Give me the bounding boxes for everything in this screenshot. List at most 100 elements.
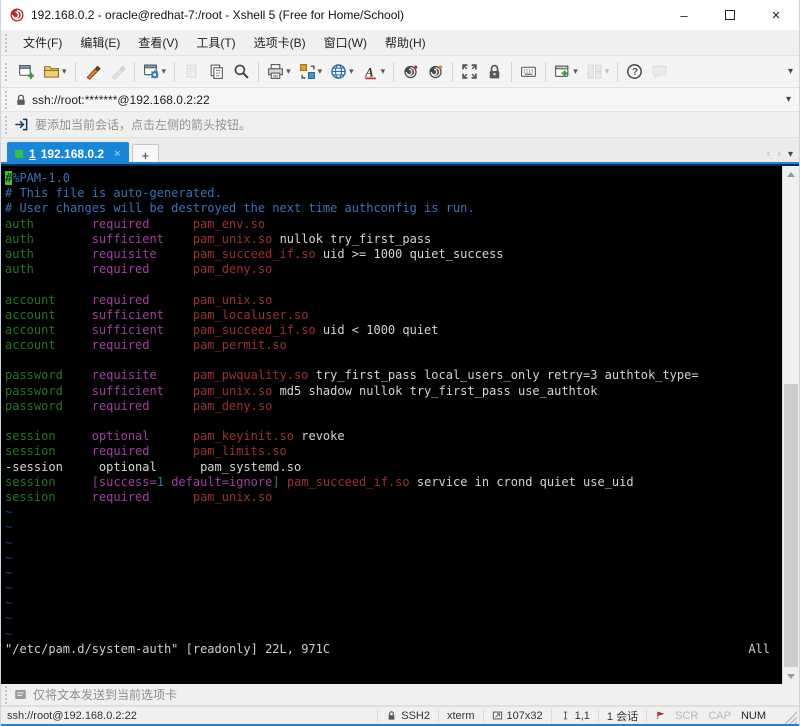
- add-session-arrow-icon[interactable]: [14, 117, 29, 132]
- vim-scroll-position: All: [748, 642, 770, 657]
- transfer-button-dropdown-icon[interactable]: ▾: [318, 66, 323, 77]
- connected-status-icon: [15, 150, 23, 158]
- toolbar-separator: [75, 62, 76, 82]
- statusbar-indicators: SCR CAP NUM: [647, 709, 779, 723]
- terminal-line: session optional pam_keyinit.so revoke: [5, 429, 782, 444]
- swap-icon: [299, 63, 316, 80]
- help-button[interactable]: ?: [623, 60, 646, 83]
- session-properties-button[interactable]: ▾: [140, 60, 170, 83]
- toolbar-separator: [452, 62, 453, 82]
- find-button[interactable]: [230, 60, 253, 83]
- statusbar-size: 107x32: [484, 709, 552, 723]
- info-bar-text: 要添加当前会话，点击左侧的箭头按钮。: [35, 116, 251, 133]
- menu-item[interactable]: 工具(T): [187, 30, 244, 55]
- terminal-line: account required pam_unix.so: [5, 293, 782, 308]
- terminal-line: session [success=1 default=ignore] pam_s…: [5, 475, 782, 490]
- menu-item[interactable]: 帮助(H): [376, 30, 435, 55]
- globe-icon: [330, 63, 347, 80]
- scrollbar-down-icon[interactable]: [783, 668, 799, 684]
- record-indicator-icon: [655, 710, 666, 721]
- terminal-screen[interactable]: #%PAM-1.0# This file is auto-generated.#…: [1, 166, 799, 684]
- terminal-line: [5, 414, 782, 429]
- new-session-button[interactable]: [15, 60, 38, 83]
- menu-item[interactable]: 查看(V): [129, 30, 187, 55]
- menu-item[interactable]: 编辑(E): [71, 30, 129, 55]
- menu-grip: [5, 34, 11, 52]
- web-button-dropdown-icon[interactable]: ▾: [349, 66, 354, 77]
- snail-dark-icon: [402, 63, 419, 80]
- xshell-launch-button[interactable]: [399, 60, 422, 83]
- new-tab-button[interactable]: ▾: [551, 60, 581, 83]
- new-tab-button-dropdown-icon[interactable]: ▾: [573, 66, 578, 77]
- lock-screen-button[interactable]: [483, 60, 506, 83]
- toolbar-overflow-icon[interactable]: ▾: [788, 66, 793, 77]
- tab-close-icon[interactable]: ×: [114, 148, 120, 160]
- terminal-line: password sufficient pam_unix.so md5 shad…: [5, 384, 782, 399]
- scrollbar-thumb[interactable]: [784, 384, 798, 667]
- xftp-launch-button[interactable]: [424, 60, 447, 83]
- fullscreen-button[interactable]: [458, 60, 481, 83]
- sendbar-grip: [5, 686, 11, 704]
- disconnect-button[interactable]: [81, 60, 104, 83]
- lock-icon: [14, 93, 28, 107]
- web-button[interactable]: ▾: [327, 60, 357, 83]
- cursor-position-icon: [560, 710, 571, 721]
- send-text-bar: 仅将文本发送到当前选项卡: [1, 684, 799, 706]
- terminal-line: account required pam_permit.so: [5, 338, 782, 353]
- session-url-input[interactable]: ssh://root:*******@192.168.0.2:22: [32, 93, 786, 107]
- help-circle-icon: ?: [626, 63, 643, 80]
- address-dropdown-icon[interactable]: ▾: [786, 94, 791, 105]
- maximize-button[interactable]: [707, 0, 753, 30]
- feedback-button: [648, 60, 671, 83]
- terminal-line: ~: [5, 627, 782, 642]
- menu-item[interactable]: 窗口(W): [315, 30, 376, 55]
- font-button-dropdown-icon[interactable]: ▾: [381, 66, 386, 77]
- tab-bar: 1 192.168.0.2 × + ‹ › ▾: [1, 138, 799, 166]
- tab-label: 192.168.0.2: [41, 147, 104, 161]
- font-a-icon: A: [362, 63, 379, 80]
- terminal-line: ~: [5, 596, 782, 611]
- keyboard-icon: [520, 63, 537, 80]
- copy-button[interactable]: [205, 60, 228, 83]
- tab-index: 1: [29, 147, 36, 161]
- toolbar-separator: [511, 62, 512, 82]
- tab-scroll-left-icon[interactable]: ‹: [767, 148, 771, 160]
- terminal-text: #%PAM-1.0# This file is auto-generated.#…: [5, 171, 782, 672]
- menu-item[interactable]: 选项卡(B): [245, 30, 315, 55]
- font-button[interactable]: A▾: [359, 60, 389, 83]
- open-session-button-dropdown-icon[interactable]: ▾: [62, 66, 67, 77]
- cursor-position-label: 1,1: [575, 710, 590, 722]
- printer-icon: [267, 63, 284, 80]
- toolbar: ▾▾▾▾▾A▾▾▾? ▾: [1, 56, 799, 88]
- send-mode-label: 仅将文本发送到当前选项卡: [33, 686, 177, 703]
- tab-layout-button-dropdown-icon[interactable]: ▾: [605, 66, 610, 77]
- transfer-button[interactable]: ▾: [296, 60, 326, 83]
- print-button-dropdown-icon[interactable]: ▾: [286, 66, 291, 77]
- tab-list-dropdown-icon[interactable]: ▾: [788, 149, 793, 160]
- address-bar: ssh://root:*******@192.168.0.2:22 ▾: [1, 88, 799, 112]
- print-button[interactable]: ▾: [264, 60, 294, 83]
- terminal-line: ~: [5, 505, 782, 520]
- reconnect-button: [106, 60, 129, 83]
- minimize-button[interactable]: –: [661, 0, 707, 30]
- compose-bar-button[interactable]: [517, 60, 540, 83]
- statusbar-terminal-type: xterm: [439, 709, 484, 723]
- scrollbar-up-icon[interactable]: [783, 166, 799, 182]
- terminal-line: ~: [5, 520, 782, 535]
- paste-button: [180, 60, 203, 83]
- chat-bubble-icon: [651, 63, 668, 80]
- resize-grip[interactable]: [783, 710, 797, 724]
- send-mode-icon[interactable]: [14, 688, 27, 701]
- grid-gray-icon: [586, 63, 603, 80]
- open-session-button[interactable]: ▾: [40, 60, 70, 83]
- svg-text:?: ?: [632, 67, 638, 78]
- close-button[interactable]: ×: [753, 0, 799, 30]
- tab-scroll-right-icon[interactable]: ›: [777, 148, 781, 160]
- menu-item[interactable]: 文件(F): [14, 30, 71, 55]
- window-title: 192.168.0.2 - oracle@redhat-7:/root - Xs…: [31, 8, 661, 22]
- session-properties-button-dropdown-icon[interactable]: ▾: [162, 66, 167, 77]
- terminal-line: # User changes will be destroyed the nex…: [5, 201, 782, 216]
- statusbar-protocol: SSH2: [378, 709, 439, 723]
- terminal-line: session required pam_limits.so: [5, 444, 782, 459]
- terminal-scrollbar[interactable]: [782, 166, 799, 684]
